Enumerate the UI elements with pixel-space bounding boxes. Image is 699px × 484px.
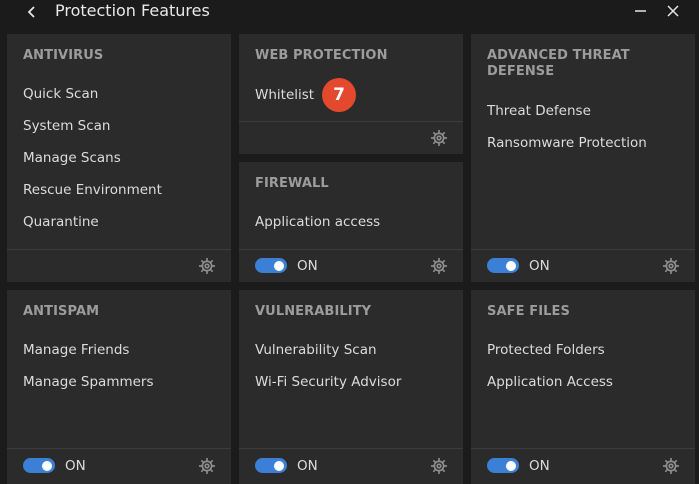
card-title-antivirus: ANTIVIRUS bbox=[23, 48, 104, 63]
link-threat-defense[interactable]: Threat Defense bbox=[487, 102, 591, 120]
card-title-vulnerability: VULNERABILITY bbox=[255, 304, 372, 319]
card-divider bbox=[239, 448, 463, 449]
title-bar: Protection Features bbox=[0, 0, 699, 26]
card-safe-files: SAFE FILES Protected Folders Application… bbox=[471, 290, 695, 484]
card-web-protection: WEB PROTECTION Whitelist 7 bbox=[239, 34, 463, 154]
link-manage-spammers[interactable]: Manage Spammers bbox=[23, 373, 154, 391]
advanced-threat-defense-settings-button[interactable] bbox=[662, 257, 680, 275]
page-title: Protection Features bbox=[55, 1, 210, 20]
vulnerability-settings-button[interactable] bbox=[430, 457, 448, 475]
link-ransomware-protection[interactable]: Ransomware Protection bbox=[487, 134, 647, 152]
safe-files-toggle[interactable] bbox=[487, 458, 519, 473]
minimize-icon bbox=[635, 10, 646, 12]
gear-icon bbox=[430, 257, 448, 275]
card-antispam: ANTISPAM Manage Friends Manage Spammers … bbox=[7, 290, 231, 484]
vulnerability-toggle[interactable] bbox=[255, 458, 287, 473]
vulnerability-toggle-label: ON bbox=[297, 458, 318, 474]
link-vulnerability-scan[interactable]: Vulnerability Scan bbox=[255, 341, 377, 359]
antispam-toggle[interactable] bbox=[23, 458, 55, 473]
antispam-toggle-label: ON bbox=[65, 458, 86, 474]
step-badge: 7 bbox=[322, 78, 356, 112]
card-divider bbox=[471, 249, 695, 250]
card-title-advanced-threat-defense: ADVANCED THREAT DEFENSE bbox=[487, 48, 635, 79]
link-application-access-safe-files[interactable]: Application Access bbox=[487, 373, 613, 391]
close-button[interactable] bbox=[664, 2, 682, 20]
minimize-button[interactable] bbox=[632, 2, 650, 20]
chevron-left-icon bbox=[27, 6, 35, 18]
link-rescue-environment[interactable]: Rescue Environment bbox=[23, 181, 162, 199]
firewall-toggle[interactable] bbox=[255, 258, 287, 273]
card-title-antispam: ANTISPAM bbox=[23, 304, 100, 319]
back-button[interactable] bbox=[22, 2, 42, 22]
link-system-scan[interactable]: System Scan bbox=[23, 117, 110, 135]
card-title-firewall: FIREWALL bbox=[255, 176, 329, 191]
link-whitelist[interactable]: Whitelist bbox=[255, 86, 314, 104]
antivirus-settings-button[interactable] bbox=[198, 257, 216, 275]
card-divider bbox=[7, 448, 231, 449]
safe-files-toggle-label: ON bbox=[529, 458, 550, 474]
link-application-access[interactable]: Application access bbox=[255, 213, 380, 231]
link-quick-scan[interactable]: Quick Scan bbox=[23, 85, 98, 103]
card-advanced-threat-defense: ADVANCED THREAT DEFENSE Threat Defense R… bbox=[471, 34, 695, 282]
advanced-threat-defense-toggle-label: ON bbox=[529, 258, 550, 274]
gear-icon bbox=[198, 257, 216, 275]
safe-files-settings-button[interactable] bbox=[662, 457, 680, 475]
card-firewall: FIREWALL Application access ON bbox=[239, 162, 463, 282]
firewall-toggle-label: ON bbox=[297, 258, 318, 274]
link-protected-folders[interactable]: Protected Folders bbox=[487, 341, 605, 359]
card-title-safe-files: SAFE FILES bbox=[487, 304, 570, 319]
gear-icon bbox=[662, 257, 680, 275]
link-manage-friends[interactable]: Manage Friends bbox=[23, 341, 129, 359]
gear-icon bbox=[198, 457, 216, 475]
web-protection-settings-button[interactable] bbox=[430, 129, 448, 147]
card-divider bbox=[7, 249, 231, 250]
firewall-settings-button[interactable] bbox=[430, 257, 448, 275]
gear-icon bbox=[430, 129, 448, 147]
link-wifi-security-advisor[interactable]: Wi-Fi Security Advisor bbox=[255, 373, 401, 391]
advanced-threat-defense-toggle[interactable] bbox=[487, 258, 519, 273]
card-divider bbox=[239, 121, 463, 122]
gear-icon bbox=[430, 457, 448, 475]
gear-icon bbox=[662, 457, 680, 475]
card-divider bbox=[471, 448, 695, 449]
link-quarantine[interactable]: Quarantine bbox=[23, 213, 99, 231]
antispam-settings-button[interactable] bbox=[198, 457, 216, 475]
card-vulnerability: VULNERABILITY Vulnerability Scan Wi-Fi S… bbox=[239, 290, 463, 484]
card-divider bbox=[239, 249, 463, 250]
card-antivirus: ANTIVIRUS Quick Scan System Scan Manage … bbox=[7, 34, 231, 282]
close-icon bbox=[667, 5, 679, 17]
link-manage-scans[interactable]: Manage Scans bbox=[23, 149, 121, 167]
card-title-web-protection: WEB PROTECTION bbox=[255, 48, 388, 63]
